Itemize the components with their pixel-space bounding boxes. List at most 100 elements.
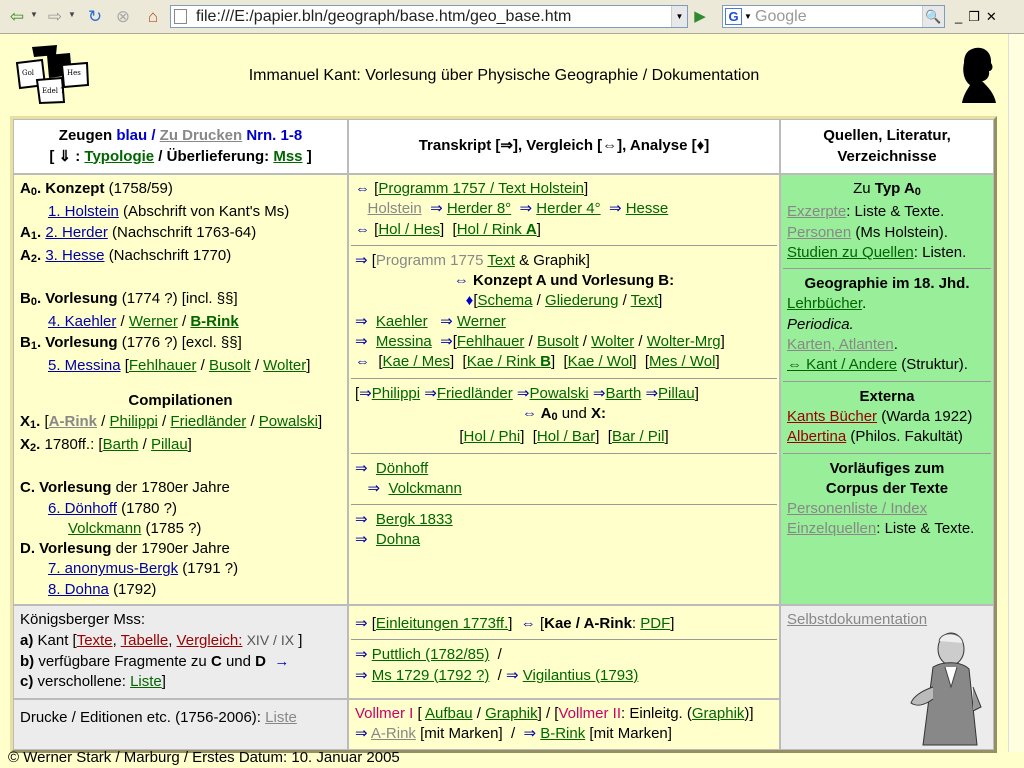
albertina-link[interactable]: Albertina	[787, 428, 846, 445]
philippi-transkript-link[interactable]: Philippi	[372, 385, 420, 402]
bergk-1833-link[interactable]: Bergk 1833	[376, 511, 453, 528]
forward-icon[interactable]: ⇨	[44, 6, 66, 28]
herder4-link[interactable]: Herder 4°	[536, 200, 600, 217]
drucke-liste-link[interactable]: Liste	[265, 709, 297, 726]
search-icon[interactable]: 🔍	[922, 6, 944, 27]
forward-dropdown-icon[interactable]: ▼	[68, 10, 76, 19]
lehrbuecher-link[interactable]: Lehrbücher	[787, 295, 862, 312]
herder8-link[interactable]: Herder 8°	[447, 200, 511, 217]
volckmann-link[interactable]: Volckmann	[68, 520, 141, 537]
kants-buecher-link[interactable]: Kants Bücher	[787, 408, 877, 425]
text-link[interactable]: Text	[631, 292, 659, 309]
holstein-transkript-link[interactable]: Holstein	[368, 200, 422, 217]
schema-link[interactable]: Schema	[477, 292, 532, 309]
typologie-link[interactable]: Typologie	[84, 148, 154, 165]
fehlhauer-transkript-link[interactable]: Fehlhauer	[457, 333, 525, 350]
hol-bar-link[interactable]: Hol / Bar	[537, 428, 595, 445]
bar-pil-link[interactable]: Bar / Pil	[612, 428, 665, 445]
a-rink-marken-link[interactable]: A-Rink	[371, 725, 416, 742]
home-icon[interactable]: ⌂	[142, 6, 164, 28]
barth-link[interactable]: Barth	[103, 436, 139, 453]
kant-andere-link[interactable]: ⇔ Kant / Andere	[787, 356, 897, 373]
restore-icon[interactable]: ❐	[968, 9, 986, 24]
aufbau-link[interactable]: Aufbau	[425, 705, 473, 722]
go-icon[interactable]: ▶	[690, 7, 710, 27]
hol-hes-link[interactable]: Hol / Hes	[378, 221, 440, 238]
wolter-mrg-link[interactable]: Wolter-Mrg	[647, 333, 721, 350]
barth-transkript-link[interactable]: Barth	[605, 385, 641, 402]
personenliste-link[interactable]: Personenliste / Index	[787, 500, 927, 517]
minimize-icon[interactable]: _	[955, 9, 968, 24]
hesse-link[interactable]: 3. Hesse	[45, 247, 104, 264]
search-input[interactable]: Google	[755, 8, 807, 26]
studien-link[interactable]: Studien zu Quellen	[787, 244, 914, 261]
holstein-link[interactable]: 1. Holstein	[48, 203, 119, 220]
doenhoff-link[interactable]: 6. Dönhoff	[48, 500, 117, 517]
powalski-transkript-link[interactable]: Powalski	[530, 385, 589, 402]
back-icon[interactable]: ⇦	[6, 6, 28, 28]
werner-link[interactable]: Werner	[129, 313, 178, 330]
exzerpte-link[interactable]: Exzerpte	[787, 203, 846, 220]
programm-1757-link[interactable]: Programm 1757 / Text Holstein	[378, 180, 584, 197]
selbstdokumentation-link[interactable]: Selbstdokumentation	[787, 611, 927, 628]
mes-wol-link[interactable]: Mes / Wol	[649, 353, 715, 370]
kae-rink-b-link[interactable]: Kae / Rink B	[467, 353, 551, 370]
b-rink-link[interactable]: B-Rink	[190, 313, 238, 330]
wolter-link[interactable]: Wolter	[263, 357, 306, 374]
hol-rink-a-link[interactable]: Hol / Rink A	[457, 221, 537, 238]
url-text[interactable]: file:///E:/papier.bln/geograph/base.htm/…	[196, 8, 571, 26]
fehlhauer-link[interactable]: Fehlhauer	[129, 357, 197, 374]
b-rink-marken-link[interactable]: B-Rink	[540, 725, 585, 742]
verschollene-liste-link[interactable]: Liste	[130, 673, 162, 690]
kaehler-link[interactable]: 4. Kaehler	[48, 313, 116, 330]
kae-wol-link[interactable]: Kae / Wol	[568, 353, 633, 370]
graphik-2-link[interactable]: Graphik	[692, 705, 745, 722]
pdf-link[interactable]: PDF	[640, 615, 670, 632]
powalski-link[interactable]: Powalski	[259, 413, 318, 430]
scrollbar[interactable]	[1008, 34, 1024, 752]
friedlaender-transkript-link[interactable]: Friedländer	[437, 385, 513, 402]
einzelquellen-link[interactable]: Einzelquellen	[787, 520, 876, 537]
werner-transkript-link[interactable]: Werner	[457, 313, 506, 330]
gliederung-link[interactable]: Gliederung	[545, 292, 618, 309]
doenhoff-transkript-link[interactable]: Dönhoff	[376, 460, 428, 477]
dohna-transkript-link[interactable]: Dohna	[376, 531, 420, 548]
close-icon[interactable]: ✕	[986, 9, 1003, 24]
friedlaender-link[interactable]: Friedländer	[170, 413, 246, 430]
wolter-transkript-link[interactable]: Wolter	[591, 333, 634, 350]
tabelle-link[interactable]: Tabelle	[121, 632, 169, 649]
kaehler-transkript-link[interactable]: Kaehler	[376, 313, 428, 330]
reload-icon[interactable]: ↻	[84, 6, 106, 28]
volckmann-transkript-link[interactable]: Volckmann	[388, 480, 461, 497]
pillau-transkript-link[interactable]: Pillau	[658, 385, 695, 402]
more-arrow-icon[interactable]: →	[274, 653, 289, 670]
stop-icon[interactable]: ⊗	[112, 6, 134, 28]
engine-dropdown-icon[interactable]: ▼	[744, 12, 752, 21]
hesse-transkript-link[interactable]: Hesse	[626, 200, 669, 217]
a-rink-link[interactable]: A-Rink	[49, 413, 97, 430]
url-bar[interactable]: file:///E:/papier.bln/geograph/base.htm/…	[170, 5, 688, 28]
dohna-link[interactable]: 8. Dohna	[48, 581, 109, 598]
graphik-link[interactable]: Graphik	[485, 705, 538, 722]
busolt-transkript-link[interactable]: Busolt	[537, 333, 579, 350]
search-bar[interactable]: G ▼ Google 🔍	[722, 5, 945, 28]
programm-1775-text-link[interactable]: Text	[487, 252, 515, 269]
vergleich-link[interactable]: Vergleich:	[177, 632, 243, 649]
puttlich-link[interactable]: Puttlich (1782/85)	[372, 646, 490, 663]
philippi-link[interactable]: Philippi	[110, 413, 158, 430]
kae-mes-link[interactable]: Kae / Mes	[383, 353, 451, 370]
karten-link[interactable]: Karten, Atlanten	[787, 336, 894, 353]
hol-phi-link[interactable]: Hol / Phi	[464, 428, 521, 445]
herder-link[interactable]: 2. Herder	[45, 224, 108, 241]
messina-transkript-link[interactable]: Messina	[376, 333, 432, 350]
bergk-link[interactable]: 7. anonymus-Bergk	[48, 560, 178, 577]
mss-link[interactable]: Mss	[273, 148, 302, 165]
url-dropdown-icon[interactable]: ▼	[671, 6, 687, 27]
zu-drucken-link[interactable]: Zu Drucken	[160, 127, 243, 144]
personen-link[interactable]: Personen	[787, 224, 851, 241]
back-dropdown-icon[interactable]: ▼	[30, 10, 38, 19]
ms1729-link[interactable]: Ms 1729 (1792 ?)	[372, 667, 490, 684]
busolt-link[interactable]: Busolt	[209, 357, 251, 374]
vigilantius-link[interactable]: Vigilantius (1793)	[523, 667, 639, 684]
einleitungen-link[interactable]: Einleitungen 1773ff.	[376, 615, 508, 632]
